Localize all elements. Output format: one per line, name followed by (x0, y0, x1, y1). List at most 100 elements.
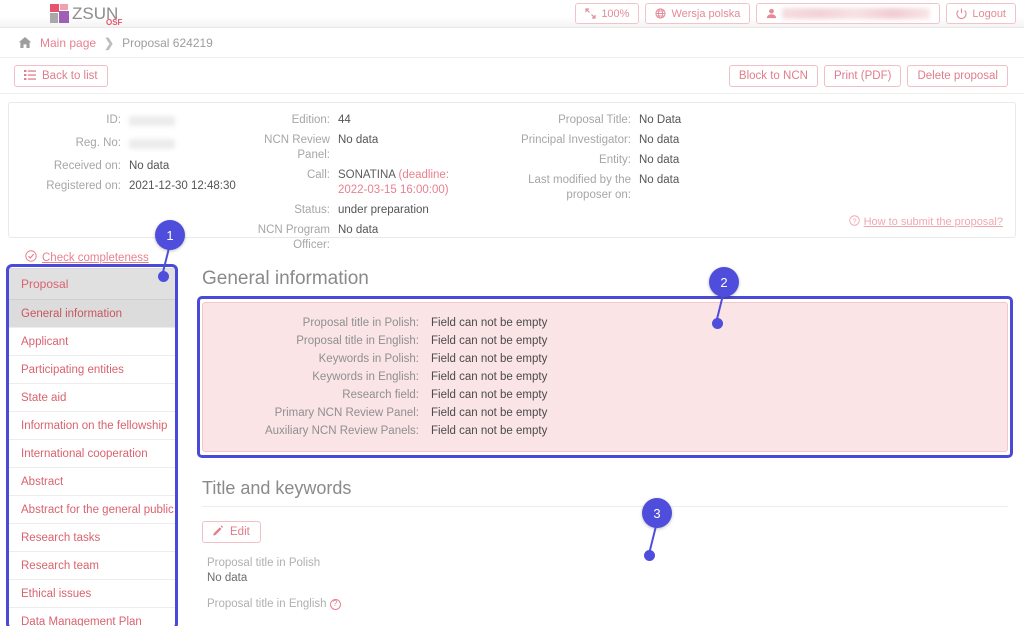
block-to-ncn-button[interactable]: Block to NCN (728, 65, 818, 87)
info-column-2: Edition: 44 NCN Review Panel: No data Ca… (254, 113, 509, 258)
info-label: ID: (106, 114, 121, 126)
title-and-keywords-section: Title and keywords Edit Proposal title i… (202, 478, 1008, 610)
svg-text:?: ? (852, 216, 856, 225)
how-to-submit-label: How to submit the proposal? (863, 216, 1003, 228)
back-to-list-button[interactable]: Back to list (14, 65, 108, 87)
how-to-submit-link[interactable]: ? How to submit the proposal? (848, 215, 1003, 229)
annotation-marker-2-circle: 2 (709, 267, 739, 297)
sidebar-item-research-team[interactable]: Research team (9, 552, 175, 580)
block-to-ncn-label: Block to NCN (738, 70, 808, 82)
language-button[interactable]: Wersja polska (645, 3, 751, 24)
field-value-title-polish: No data (207, 572, 248, 584)
question-circle-icon: ? (848, 215, 860, 229)
info-column-3: Proposal Title: No Data Principal Invest… (509, 113, 1009, 258)
user-name-redacted (782, 8, 931, 19)
sidebar-item-participating-entities[interactable]: Participating entities (9, 356, 175, 384)
help-question-icon[interactable]: ? (329, 598, 341, 610)
app-logo[interactable]: ZSUN OSF (50, 1, 136, 27)
info-label: NCN Program Officer: (257, 224, 330, 251)
delete-proposal-button[interactable]: Delete proposal (907, 65, 1008, 87)
sidebar-item-applicant[interactable]: Applicant (9, 328, 175, 356)
error-label: Keywords in Polish: (318, 353, 419, 365)
error-label: Auxiliary NCN Review Panels: (264, 425, 419, 437)
back-to-list-label: Back to list (42, 70, 98, 82)
sidebar-item-research-tasks[interactable]: Research tasks (9, 524, 175, 552)
sidebar-item-information-on-the-fellowship[interactable]: Information on the fellowship (9, 412, 175, 440)
field-label-title-polish: Proposal title in Polish (207, 557, 321, 569)
info-value: No data (338, 134, 379, 146)
user-icon (766, 8, 777, 19)
info-row: NCN Program Officer: No data (254, 223, 509, 253)
error-message: Field can not be empty (431, 317, 548, 329)
info-label: Received on: (53, 160, 121, 172)
error-row: Research field: Field can not be empty (203, 389, 1007, 401)
call-name: SONATINA (338, 169, 396, 181)
field-label-title-english: Proposal title in English? (207, 598, 1008, 610)
home-icon[interactable] (18, 36, 32, 49)
sidebar-item-international-cooperation[interactable]: International cooperation (9, 440, 175, 468)
info-value: 2021-12-30 12:48:30 (129, 180, 236, 192)
globe-icon (655, 8, 667, 19)
error-message: Field can not be empty (431, 371, 548, 383)
zoom-button[interactable]: 100% (575, 3, 640, 24)
edit-button[interactable]: Edit (202, 521, 261, 543)
error-label: Proposal title in Polish: (302, 317, 419, 329)
annotation-marker-1-circle: 1 (155, 220, 185, 250)
list-icon (24, 69, 36, 83)
info-value: 44 (338, 114, 351, 126)
annotation-marker-3: 3 (642, 498, 672, 561)
info-value-call: SONATINA (deadline: 2022-03-15 16:00:00) (338, 168, 458, 198)
breadcrumb-main-page[interactable]: Main page (40, 36, 96, 50)
info-row: Registered on: 2021-12-30 12:48:30 (9, 179, 254, 194)
check-completeness-label: Check completeness (42, 251, 149, 264)
action-bar-right-group: Block to NCN Print (PDF) Delete proposal (728, 65, 1008, 87)
info-label: Call: (306, 169, 330, 181)
sidebar-item-general-information[interactable]: General information (9, 300, 175, 328)
info-label: NCN Review Panel: (264, 134, 330, 161)
error-message: Field can not be empty (431, 335, 548, 347)
delete-proposal-label: Delete proposal (917, 70, 998, 82)
zoom-label: 100% (601, 7, 630, 20)
breadcrumb-current: Proposal 624219 (122, 35, 213, 50)
print-pdf-button[interactable]: Print (PDF) (823, 65, 902, 87)
error-message: Field can not be empty (431, 407, 548, 419)
zsun-osf-logo-icon: ZSUN OSF (50, 4, 123, 26)
check-completeness-link[interactable]: Check completeness (25, 250, 149, 265)
annotation-marker-1: 1 (155, 220, 185, 282)
info-label: Principal Investigator: (521, 134, 631, 146)
print-pdf-label: Print (PDF) (833, 70, 892, 82)
info-label: Last modified by the proposer on: (528, 174, 631, 201)
info-value: No Data (639, 114, 682, 126)
annotation-marker-3-dot (644, 550, 655, 561)
error-row: Primary NCN Review Panel: Field can not … (203, 407, 1007, 419)
error-row: Keywords in English: Field can not be em… (203, 371, 1007, 383)
main-content: General information Proposal title in Po… (176, 268, 1024, 626)
sidebar-item-abstract[interactable]: Abstract (9, 468, 175, 496)
info-value: No data (639, 134, 680, 146)
annotation-marker-2: 2 (709, 267, 739, 329)
check-circle-icon (25, 250, 37, 265)
error-label: Proposal title in English: (296, 335, 419, 347)
info-value-id-redacted (129, 113, 175, 131)
user-account-button[interactable] (756, 3, 941, 24)
info-label: Proposal Title: (558, 114, 631, 126)
sidebar-item-state-aid[interactable]: State aid (9, 384, 175, 412)
language-label: Wersja polska (671, 7, 741, 20)
info-value-regno-redacted (129, 136, 175, 154)
info-label: Entity: (599, 154, 631, 166)
sidebar-item-data-management-plan[interactable]: Data Management Plan (9, 608, 175, 626)
info-row: Principal Investigator: No data (509, 133, 1009, 148)
annotation-marker-1-dot (158, 271, 169, 282)
sidebar-wrapper: Proposal General information Applicant P… (6, 264, 178, 626)
error-label: Keywords in English: (312, 371, 419, 383)
logout-button[interactable]: Logout (946, 3, 1016, 24)
info-row: ID: (9, 113, 254, 131)
info-value: No data (338, 224, 379, 236)
content-split: Proposal General information Applicant P… (0, 264, 1024, 626)
error-label: Research field: (342, 389, 419, 401)
edit-label: Edit (230, 526, 250, 538)
validation-error-panel: Proposal title in Polish: Field can not … (197, 296, 1013, 458)
power-icon (956, 8, 967, 19)
sidebar-item-ethical-issues[interactable]: Ethical issues (9, 580, 175, 608)
sidebar-item-abstract-general-public[interactable]: Abstract for the general public (9, 496, 175, 524)
